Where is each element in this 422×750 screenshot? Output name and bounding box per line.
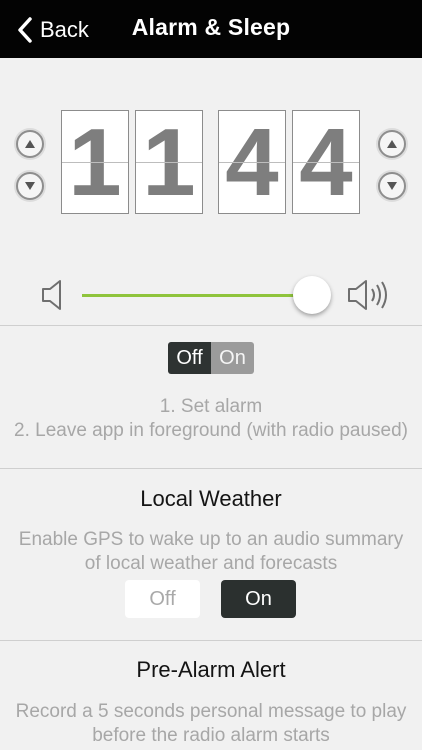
triangle-down-icon bbox=[25, 182, 35, 190]
triangle-up-icon bbox=[25, 140, 35, 148]
pre-alarm-title: Pre-Alarm Alert bbox=[136, 657, 286, 682]
flip-divider bbox=[136, 162, 202, 163]
weather-on-button[interactable]: On bbox=[221, 580, 296, 618]
instruction-line-2: 2. Leave app in foreground (with radio p… bbox=[14, 420, 408, 441]
volume-low-icon[interactable] bbox=[40, 278, 68, 317]
hour-down-button[interactable] bbox=[16, 172, 44, 200]
page-title: Alarm & Sleep bbox=[0, 14, 422, 41]
minute-up-button[interactable] bbox=[378, 130, 406, 158]
hour-ones-digit[interactable]: 1 bbox=[135, 110, 203, 214]
sleep-toggle-off[interactable]: Off bbox=[168, 342, 211, 374]
volume-slider-track[interactable] bbox=[82, 294, 312, 297]
section-divider bbox=[0, 325, 422, 326]
nav-bar: Back Alarm & Sleep bbox=[0, 0, 422, 58]
minute-tens-digit[interactable]: 4 bbox=[218, 110, 286, 214]
flip-divider bbox=[219, 162, 285, 163]
pre-alarm-desc-2: before the radio alarm starts bbox=[92, 725, 330, 746]
hour-tens-digit[interactable]: 1 bbox=[61, 110, 129, 214]
hour-up-button[interactable] bbox=[16, 130, 44, 158]
flip-divider bbox=[293, 162, 359, 163]
sleep-toggle-on[interactable]: On bbox=[211, 342, 254, 374]
local-weather-desc-1: Enable GPS to wake up to an audio summar… bbox=[18, 529, 404, 550]
instruction-line-1: 1. Set alarm bbox=[159, 396, 263, 417]
weather-off-button[interactable]: Off bbox=[125, 580, 200, 618]
minute-ones-value: 4 bbox=[299, 110, 353, 214]
volume-high-icon[interactable] bbox=[346, 278, 392, 317]
local-weather-desc-2: of local weather and forecasts bbox=[84, 553, 338, 574]
triangle-down-icon bbox=[387, 182, 397, 190]
flip-divider bbox=[62, 162, 128, 163]
section-divider bbox=[0, 640, 422, 641]
minute-ones-digit[interactable]: 4 bbox=[292, 110, 360, 214]
section-divider bbox=[0, 468, 422, 469]
minute-tens-value: 4 bbox=[225, 110, 279, 214]
volume-slider-thumb[interactable] bbox=[293, 276, 331, 314]
triangle-up-icon bbox=[387, 140, 397, 148]
page-title-text: Alarm & Sleep bbox=[131, 14, 291, 40]
hour-tens-value: 1 bbox=[68, 110, 122, 214]
sleep-mode-toggle[interactable]: Off On bbox=[168, 342, 254, 374]
minute-down-button[interactable] bbox=[378, 172, 406, 200]
local-weather-title: Local Weather bbox=[140, 486, 282, 511]
pre-alarm-desc-1: Record a 5 seconds personal message to p… bbox=[15, 701, 407, 722]
hour-ones-value: 1 bbox=[142, 110, 196, 214]
